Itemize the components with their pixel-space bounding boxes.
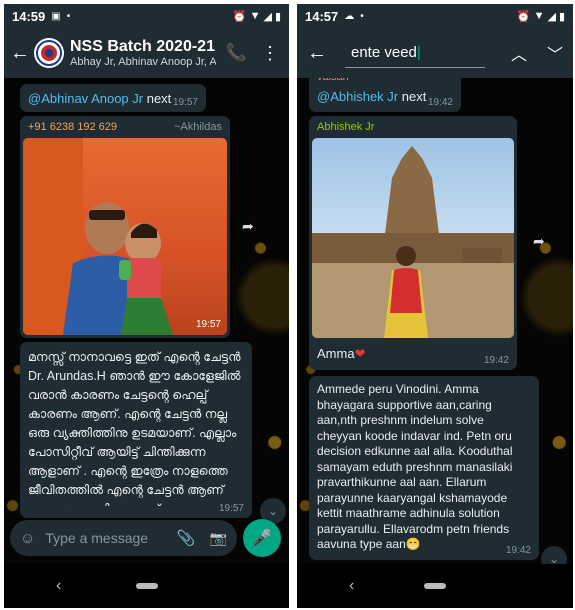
search-header: ← ente veed| ︿ ﹀ xyxy=(297,28,573,78)
message-time: 19:42 xyxy=(427,97,453,108)
sender-name[interactable]: Abhishek Jr xyxy=(317,121,374,133)
left-screen: 14:59 ▣ • ⏰ ▼ ◢ ▮ ← NSS Batch 2020-21 Ab… xyxy=(4,4,289,608)
chat-area[interactable]: valsan @Abhishek Jr next 19:42 Abhishek … xyxy=(297,78,573,564)
add-call-icon[interactable]: 📞 xyxy=(216,43,257,63)
system-nav-bar: ‹ xyxy=(297,564,573,608)
composer: ☺ Type a message 📎 📷 🎤 xyxy=(10,518,281,558)
message-text: മനസ്സ് നാനാവട്ടെ ഇത് എന്റെ ചേട്ടൻ Dr. Ar… xyxy=(28,350,241,506)
nav-back-icon[interactable]: ‹ xyxy=(349,577,354,595)
message-text: next xyxy=(398,89,427,104)
mention-link[interactable]: @Abhinav Anoop Jr xyxy=(28,91,143,106)
message-next[interactable]: @Abhinav Anoop Jr next 19:57 xyxy=(20,84,206,112)
camera-icon[interactable]: 📷 xyxy=(210,530,227,547)
alarm-icon: ⏰ xyxy=(516,10,531,23)
chevron-down-icon[interactable]: ﹀ xyxy=(537,41,573,65)
sender-name: ~Akhildas xyxy=(173,121,222,133)
battery-icon: ▮ xyxy=(274,10,281,23)
dot-icon: • xyxy=(360,10,364,22)
message-photo[interactable]: +91 6238 192 629 ~Akhildas 19:57 xyxy=(20,116,230,338)
message-photo-image[interactable] xyxy=(312,138,514,338)
notification-icon: ☁ xyxy=(344,10,355,22)
search-query: ente veed xyxy=(351,44,417,61)
message-text-block: Ammede peru Vinodini. Amma bhayagara sup… xyxy=(317,382,513,551)
group-avatar-icon[interactable] xyxy=(34,38,64,68)
chat-subtitle: Abhay Jr, Abhinav Anoop Jr, Abhi... xyxy=(70,56,216,68)
chat-area[interactable]: @Abhinav Anoop Jr next 19:57 +91 6238 19… xyxy=(4,78,289,564)
status-bar: 14:57 ☁ • ⏰ ▼ ◢ ▮ xyxy=(297,4,573,28)
chat-title: NSS Batch 2020-21 xyxy=(70,38,215,55)
search-field[interactable]: ente veed| xyxy=(345,38,485,68)
message-malayalam[interactable]: മനസ്സ് നാനാവട്ടെ ഇത് എന്റെ ചേട്ടൻ Dr. Ar… xyxy=(20,342,252,518)
photo-caption: Amma❤ xyxy=(317,346,366,361)
nav-home-icon[interactable] xyxy=(424,583,446,589)
message-placeholder: Type a message xyxy=(45,530,149,546)
nav-back-icon[interactable]: ‹ xyxy=(56,577,61,595)
status-time: 14:57 xyxy=(305,8,339,24)
signal-icon: ◢ xyxy=(263,10,272,23)
grin-emoji: 😁 xyxy=(405,537,421,551)
chat-title-block[interactable]: NSS Batch 2020-21 Abhay Jr, Abhinav Anoo… xyxy=(70,38,216,68)
system-nav-bar: ‹ xyxy=(4,564,289,608)
sender-phone[interactable]: +91 6238 192 629 xyxy=(28,121,117,133)
dot-icon: • xyxy=(66,10,71,22)
status-icons: ⏰ ▼ ◢ ▮ xyxy=(233,10,281,23)
nav-home-icon[interactable] xyxy=(135,583,158,589)
forward-icon[interactable]: ➦ xyxy=(533,233,545,250)
signal-icon: ◢ xyxy=(547,10,556,23)
mic-icon: 🎤 xyxy=(252,530,272,547)
back-arrow-icon[interactable]: ← xyxy=(4,42,34,65)
message-input[interactable]: ☺ Type a message 📎 📷 xyxy=(10,520,237,556)
heart-emoji: ❤ xyxy=(354,346,366,361)
scroll-down-icon[interactable]: ⌄ xyxy=(541,546,567,564)
message-long[interactable]: Ammede peru Vinodini. Amma bhayagara sup… xyxy=(309,376,539,560)
message-text: next xyxy=(143,91,172,106)
status-bar: 14:59 ▣ • ⏰ ▼ ◢ ▮ xyxy=(4,4,289,28)
photo-time: 19:57 xyxy=(195,319,221,330)
wifi-icon: ▼ xyxy=(249,10,261,22)
more-vert-icon[interactable]: ⋮ xyxy=(257,43,289,64)
message-photo[interactable]: Abhishek Jr Amma❤ 19:42 xyxy=(309,116,517,370)
right-screen: 14:57 ☁ • ⏰ ▼ ◢ ▮ ← ente veed| ︿ ﹀ valsa… xyxy=(297,4,573,608)
status-icons: ⏰ ▼ ◢ ▮ xyxy=(517,10,565,23)
forward-icon[interactable]: ➦ xyxy=(242,218,254,235)
sender-name: valsan xyxy=(317,78,349,83)
message-next[interactable]: valsan @Abhishek Jr next 19:42 xyxy=(309,78,461,112)
wifi-icon: ▼ xyxy=(533,10,545,22)
gallery-notification-icon: ▣ xyxy=(51,10,61,22)
emoji-icon[interactable]: ☺ xyxy=(20,530,35,547)
battery-icon: ▮ xyxy=(558,10,565,23)
status-time: 14:59 xyxy=(12,8,46,24)
back-arrow-icon[interactable]: ← xyxy=(297,42,345,65)
attach-icon[interactable]: 📎 xyxy=(177,529,196,547)
alarm-icon: ⏰ xyxy=(232,10,247,23)
chat-header: ← NSS Batch 2020-21 Abhay Jr, Abhinav An… xyxy=(4,28,289,78)
message-time: 19:57 xyxy=(218,503,244,514)
message-time: 19:42 xyxy=(483,355,509,366)
message-time: 19:57 xyxy=(172,97,198,108)
mention-link[interactable]: @Abhishek Jr xyxy=(317,89,398,104)
message-time: 19:42 xyxy=(505,545,531,556)
mic-button[interactable]: 🎤 xyxy=(243,519,281,557)
chevron-up-icon[interactable]: ︿ xyxy=(501,41,537,65)
message-photo-image[interactable]: 19:57 xyxy=(23,138,227,335)
